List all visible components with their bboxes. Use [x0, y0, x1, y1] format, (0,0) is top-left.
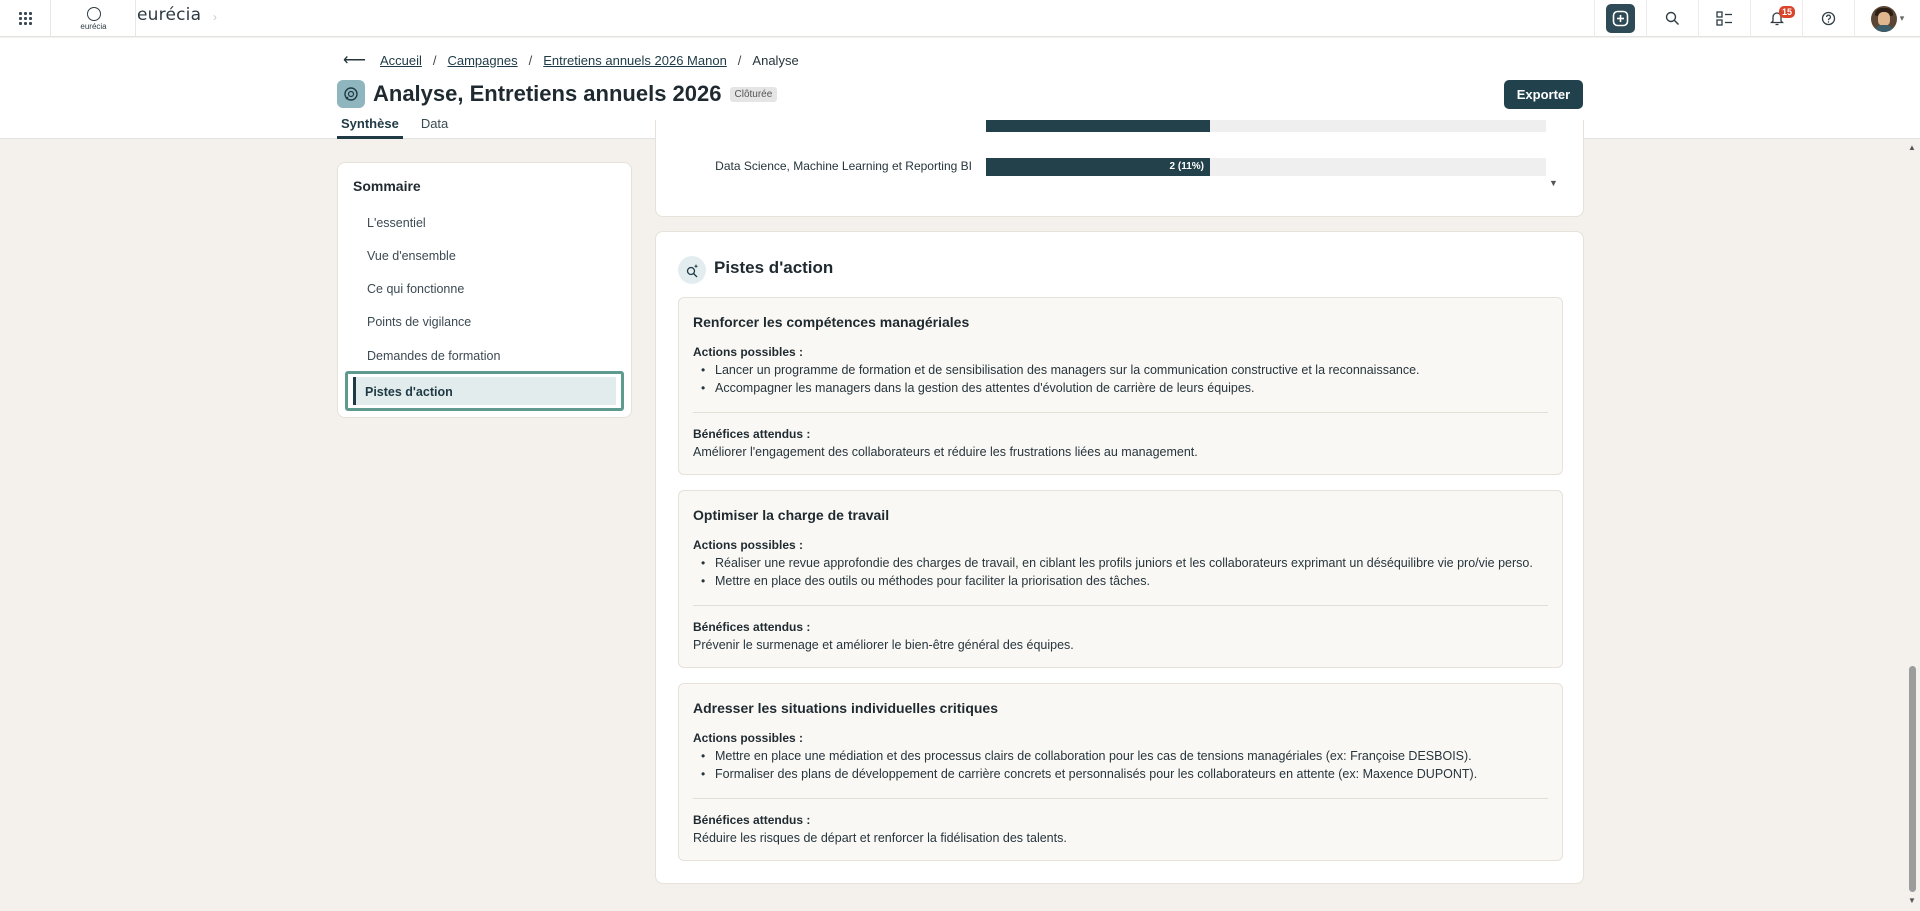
action-item: Lancer un programme de formation et de s… — [701, 363, 1420, 377]
divider — [693, 605, 1548, 606]
top-bar: eurécia eurécia › 15 ▾ — [0, 0, 1920, 37]
bar: 2 (11%) — [986, 158, 1210, 176]
action-item: Formaliser des plans de développement de… — [701, 767, 1477, 781]
notification-badge: 15 — [1779, 6, 1796, 18]
page-title: Analyse, Entretiens annuels 2026 — [373, 81, 722, 106]
avatar — [1870, 5, 1897, 32]
actions-heading: Actions possibles : — [693, 345, 804, 359]
breadcrumb-campaign[interactable]: Entretiens annuels 2026 Manon — [543, 53, 727, 68]
chevron-right-icon: › — [213, 10, 217, 24]
action-plan-card: Renforcer les compétences managériales A… — [678, 297, 1563, 475]
breadcrumb-campagnes[interactable]: Campagnes — [447, 53, 517, 68]
action-item: Mettre en place des outils ou méthodes p… — [701, 574, 1150, 588]
export-button[interactable]: Exporter — [1504, 80, 1583, 109]
magnifier-sparkle-icon — [678, 256, 706, 284]
benefits-heading: Bénéfices attendus : — [693, 427, 811, 441]
search-icon — [1665, 11, 1679, 25]
section-title: Pistes d'action — [714, 258, 834, 277]
breadcrumb-accueil[interactable]: Accueil — [380, 53, 422, 68]
action-item: Mettre en place une médiation et des pro… — [701, 749, 1472, 763]
notifications-button[interactable]: 15 — [1750, 0, 1802, 37]
status-badge: Clôturée — [729, 86, 778, 102]
bar-value-label: 2 (11%) — [1169, 161, 1204, 172]
apps-grid-icon[interactable] — [0, 0, 51, 37]
scroll-down-icon[interactable]: ▼ — [1549, 178, 1558, 188]
action-plan-title: Adresser les situations individuelles cr… — [693, 700, 998, 716]
scroll-down-icon[interactable]: ▼ — [1908, 896, 1916, 905]
action-plan-card: Optimiser la charge de travail Actions p… — [678, 490, 1563, 668]
summary-item-label: Pistes d'action — [365, 385, 453, 399]
bar-category-label: Data Science, Machine Learning et Report… — [715, 159, 972, 173]
breadcrumb-separator: / — [737, 52, 742, 68]
summary-item-demandes-formation[interactable]: Demandes de formation — [367, 349, 500, 363]
benefits-heading: Bénéfices attendus : — [693, 813, 811, 827]
divider — [693, 798, 1548, 799]
actions-heading: Actions possibles : — [693, 731, 804, 745]
training-requests-chart: Data Science, Machine Learning et Report… — [655, 120, 1584, 217]
bar-track: 2 (11%) — [986, 158, 1546, 176]
user-menu[interactable]: ▾ — [1854, 0, 1920, 37]
benefits-text: Prévenir le surmenage et améliorer le bi… — [693, 638, 1074, 652]
actions-heading: Actions possibles : — [693, 538, 804, 552]
app-name: eurécia — [137, 5, 202, 25]
action-plans-card: Pistes d'action Renforcer les compétence… — [655, 231, 1584, 884]
search-button[interactable] — [1646, 0, 1698, 37]
summary-item-points-vigilance[interactable]: Points de vigilance — [367, 315, 471, 329]
action-item: Accompagner les managers dans la gestion… — [701, 381, 1255, 395]
action-plan-card: Adresser les situations individuelles cr… — [678, 683, 1563, 861]
help-icon — [1821, 11, 1836, 26]
scroll-up-icon[interactable]: ▲ — [1908, 143, 1916, 152]
analysis-icon — [337, 80, 365, 108]
scrollbar-thumb[interactable] — [1909, 666, 1916, 892]
summary-item-ce-qui-fonctionne[interactable]: Ce qui fonctionne — [367, 282, 464, 296]
tasks-button[interactable] — [1698, 0, 1750, 37]
bar-track — [986, 120, 1546, 132]
checklist-icon — [1716, 11, 1732, 26]
logo-icon — [86, 6, 101, 21]
benefits-text: Réduire les risques de départ et renforc… — [693, 831, 1067, 845]
summary-item-essentiel[interactable]: L'essentiel — [367, 216, 426, 230]
summary-panel: Sommaire L'essentiel Vue d'ensemble Ce q… — [337, 162, 632, 418]
action-plan-title: Renforcer les compétences managériales — [693, 314, 970, 330]
tab-data[interactable]: Data — [417, 116, 452, 139]
plus-icon — [1606, 4, 1635, 33]
create-button[interactable] — [1594, 0, 1646, 37]
action-item: Réaliser une revue approfondie des charg… — [701, 556, 1533, 570]
help-button[interactable] — [1802, 0, 1854, 37]
eurecia-logo[interactable]: eurécia — [52, 0, 136, 37]
action-plan-title: Optimiser la charge de travail — [693, 507, 890, 523]
summary-item-pistes-action[interactable]: Pistes d'action — [345, 371, 624, 411]
benefits-heading: Bénéfices attendus : — [693, 620, 811, 634]
tab-synthese[interactable]: Synthèse — [337, 116, 403, 139]
bar-partial — [986, 120, 1210, 132]
tab-bar: Synthèse Data — [337, 116, 466, 139]
breadcrumb-separator: / — [528, 52, 533, 68]
breadcrumb-separator: / — [432, 52, 437, 68]
breadcrumb: ⟵ Accueil / Campagnes / Entretiens annue… — [343, 50, 799, 70]
chevron-down-icon: ▾ — [1899, 13, 1905, 23]
divider — [693, 412, 1548, 413]
benefits-text: Améliorer l'engagement des collaborateur… — [693, 445, 1198, 459]
summary-title: Sommaire — [353, 178, 421, 194]
summary-item-vue-ensemble[interactable]: Vue d'ensemble — [367, 249, 456, 263]
back-arrow-icon[interactable]: ⟵ — [343, 50, 366, 70]
page-scrollbar[interactable]: ▲ ▼ — [1905, 139, 1920, 911]
breadcrumb-current: Analyse — [752, 52, 799, 68]
